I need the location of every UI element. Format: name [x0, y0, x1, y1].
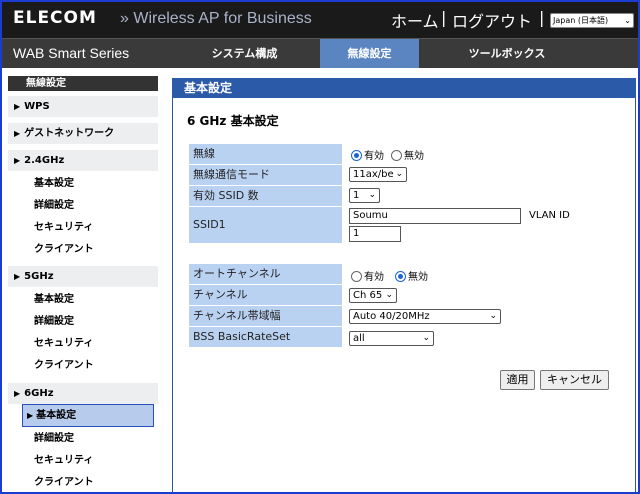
logout-link[interactable]: ログアウト — [452, 8, 532, 32]
caret-right-icon: ▶ — [14, 156, 21, 165]
caret-right-icon: ▶ — [14, 102, 21, 111]
language-select[interactable]: Japan (日本語) ⌄ — [550, 13, 634, 28]
select-bss-basic-rate-set[interactable]: all ⌄ — [349, 331, 434, 346]
label-wireless-mode: 無線通信モード — [189, 165, 342, 185]
select-wireless-mode[interactable]: 11ax/be ⌄ — [349, 167, 407, 182]
ssid1-input[interactable]: Soumu — [349, 208, 521, 224]
sidebar-item-label: 基本設定 — [36, 410, 77, 421]
radio-auto-channel-disable[interactable]: 無効 — [395, 268, 428, 283]
chevron-down-icon: ⌄ — [395, 169, 403, 179]
sidebar-item-2-4ghz-security[interactable]: セキュリティ — [22, 217, 154, 238]
label-wireless: 無線 — [189, 144, 342, 164]
vlan-id-label: VLAN ID — [529, 210, 570, 221]
tab-system-config[interactable]: システム構成 — [172, 39, 317, 68]
sidebar-title: 無線設定 — [8, 76, 158, 91]
header-separator: | — [539, 8, 545, 27]
sidebar-item-6ghz-client[interactable]: クライアント — [22, 472, 154, 492]
sidebar-section-guest-network[interactable]: ▶ ゲストネットワーク — [8, 123, 158, 144]
sidebar-section-wps[interactable]: ▶ WPS — [8, 96, 158, 117]
label-ssid-count: 有効 SSID 数 — [189, 186, 342, 206]
sidebar-item-6ghz-advanced[interactable]: 詳細設定 — [22, 428, 154, 449]
vlan-id-input[interactable]: 1 — [349, 226, 401, 242]
sidebar: 無線設定 ▶ WPS ▶ ゲストネットワーク ▶ 2.4GHz 基本設定 詳細設定 セ… — [8, 76, 158, 492]
sidebar-section-label: WPS — [24, 101, 50, 112]
radio-wireless-enable[interactable]: 有効 — [351, 147, 384, 162]
radio-label: 有効 — [364, 151, 384, 162]
main-panel: 基本設定 6 GHz 基本設定 無線 有効 無効 無線通信モード 11ax/be… — [172, 78, 638, 492]
apply-button[interactable]: 適用 — [500, 370, 535, 390]
chevron-down-icon: ⌄ — [368, 190, 376, 200]
app-window: ELECOM » Wireless AP for Business ホーム | … — [0, 0, 640, 494]
radio-checked-icon — [395, 271, 406, 282]
section-title: 6 GHz 基本設定 — [187, 114, 279, 128]
sidebar-item-5ghz-client[interactable]: クライアント — [22, 355, 154, 376]
select-value: Ch 65 — [353, 290, 383, 301]
radio-wireless-disable[interactable]: 無効 — [391, 147, 424, 162]
caret-right-icon: ▶ — [14, 129, 21, 138]
sidebar-section-label: 5GHz — [24, 271, 54, 282]
sidebar-item-5ghz-advanced[interactable]: 詳細設定 — [22, 311, 154, 332]
select-value: 11ax/be — [353, 169, 394, 180]
sidebar-item-6ghz-security[interactable]: セキュリティ — [22, 450, 154, 471]
sidebar-section-6ghz[interactable]: ▶ 6GHz — [8, 383, 158, 404]
sidebar-item-2-4ghz-client[interactable]: クライアント — [22, 239, 154, 260]
sidebar-section-2-4ghz[interactable]: ▶ 2.4GHz — [8, 150, 158, 171]
chevron-down-icon: ⌄ — [624, 16, 631, 25]
select-channel-bandwidth[interactable]: Auto 40/20MHz ⌄ — [349, 309, 501, 324]
top-bar: ELECOM » Wireless AP for Business ホーム | … — [2, 2, 638, 38]
label-bss-basic-rate-set: BSS BasicRateSet — [189, 327, 342, 347]
label-ssid1: SSID1 — [189, 207, 342, 243]
nav-bar: WAB Smart Series システム構成 無線設定 ツールボックス — [2, 38, 638, 68]
sidebar-item-6ghz-basic[interactable]: ▶ 基本設定 — [22, 404, 154, 427]
language-value: Japan (日本語) — [553, 16, 609, 25]
radio-label: 有効 — [364, 272, 384, 283]
caret-right-icon: ▶ — [14, 272, 21, 281]
sidebar-section-5ghz[interactable]: ▶ 5GHz — [8, 266, 158, 287]
panel-header: 基本設定 — [172, 78, 636, 98]
chevron-down-icon: ⌄ — [489, 311, 497, 321]
radio-auto-channel-enable[interactable]: 有効 — [351, 268, 384, 283]
select-value: 1 — [353, 190, 360, 201]
sidebar-item-5ghz-basic[interactable]: 基本設定 — [22, 289, 154, 310]
home-link[interactable]: ホーム — [391, 8, 439, 32]
sidebar-section-label: 6GHz — [24, 388, 54, 399]
radio-label: 無効 — [404, 151, 424, 162]
header-separator: | — [441, 8, 447, 27]
label-auto-channel: オートチャンネル — [189, 264, 342, 284]
product-name: » Wireless AP for Business — [120, 10, 312, 27]
sidebar-item-2-4ghz-basic[interactable]: 基本設定 — [22, 173, 154, 194]
cancel-button[interactable]: キャンセル — [540, 370, 609, 390]
select-value: Auto 40/20MHz — [353, 311, 430, 322]
sidebar-item-5ghz-security[interactable]: セキュリティ — [22, 333, 154, 354]
panel-body: 6 GHz 基本設定 無線 有効 無効 無線通信モード 11ax/be ⌄ 有効 … — [172, 98, 636, 492]
sidebar-item-2-4ghz-advanced[interactable]: 詳細設定 — [22, 195, 154, 216]
select-value: all — [353, 333, 365, 344]
series-name: WAB Smart Series — [13, 45, 130, 61]
radio-label: 無効 — [408, 272, 428, 283]
caret-right-icon: ▶ — [14, 389, 21, 398]
select-channel[interactable]: Ch 65 ⌄ — [349, 288, 397, 303]
tab-toolbox[interactable]: ツールボックス — [422, 39, 592, 68]
radio-unchecked-icon — [351, 271, 362, 282]
elecom-logo: ELECOM — [13, 8, 97, 28]
label-channel-bandwidth: チャンネル帯域幅 — [189, 306, 342, 326]
radio-unchecked-icon — [391, 150, 402, 161]
radio-checked-icon — [351, 150, 362, 161]
chevron-down-icon: ⌄ — [385, 290, 393, 300]
sidebar-section-label: 2.4GHz — [24, 155, 65, 166]
chevron-down-icon: ⌄ — [422, 333, 430, 343]
caret-right-icon: ▶ — [27, 411, 34, 420]
label-channel: チャンネル — [189, 285, 342, 305]
sidebar-section-label: ゲストネットワーク — [24, 128, 115, 139]
select-ssid-count[interactable]: 1 ⌄ — [349, 188, 380, 203]
tab-wireless-settings[interactable]: 無線設定 — [320, 39, 419, 68]
